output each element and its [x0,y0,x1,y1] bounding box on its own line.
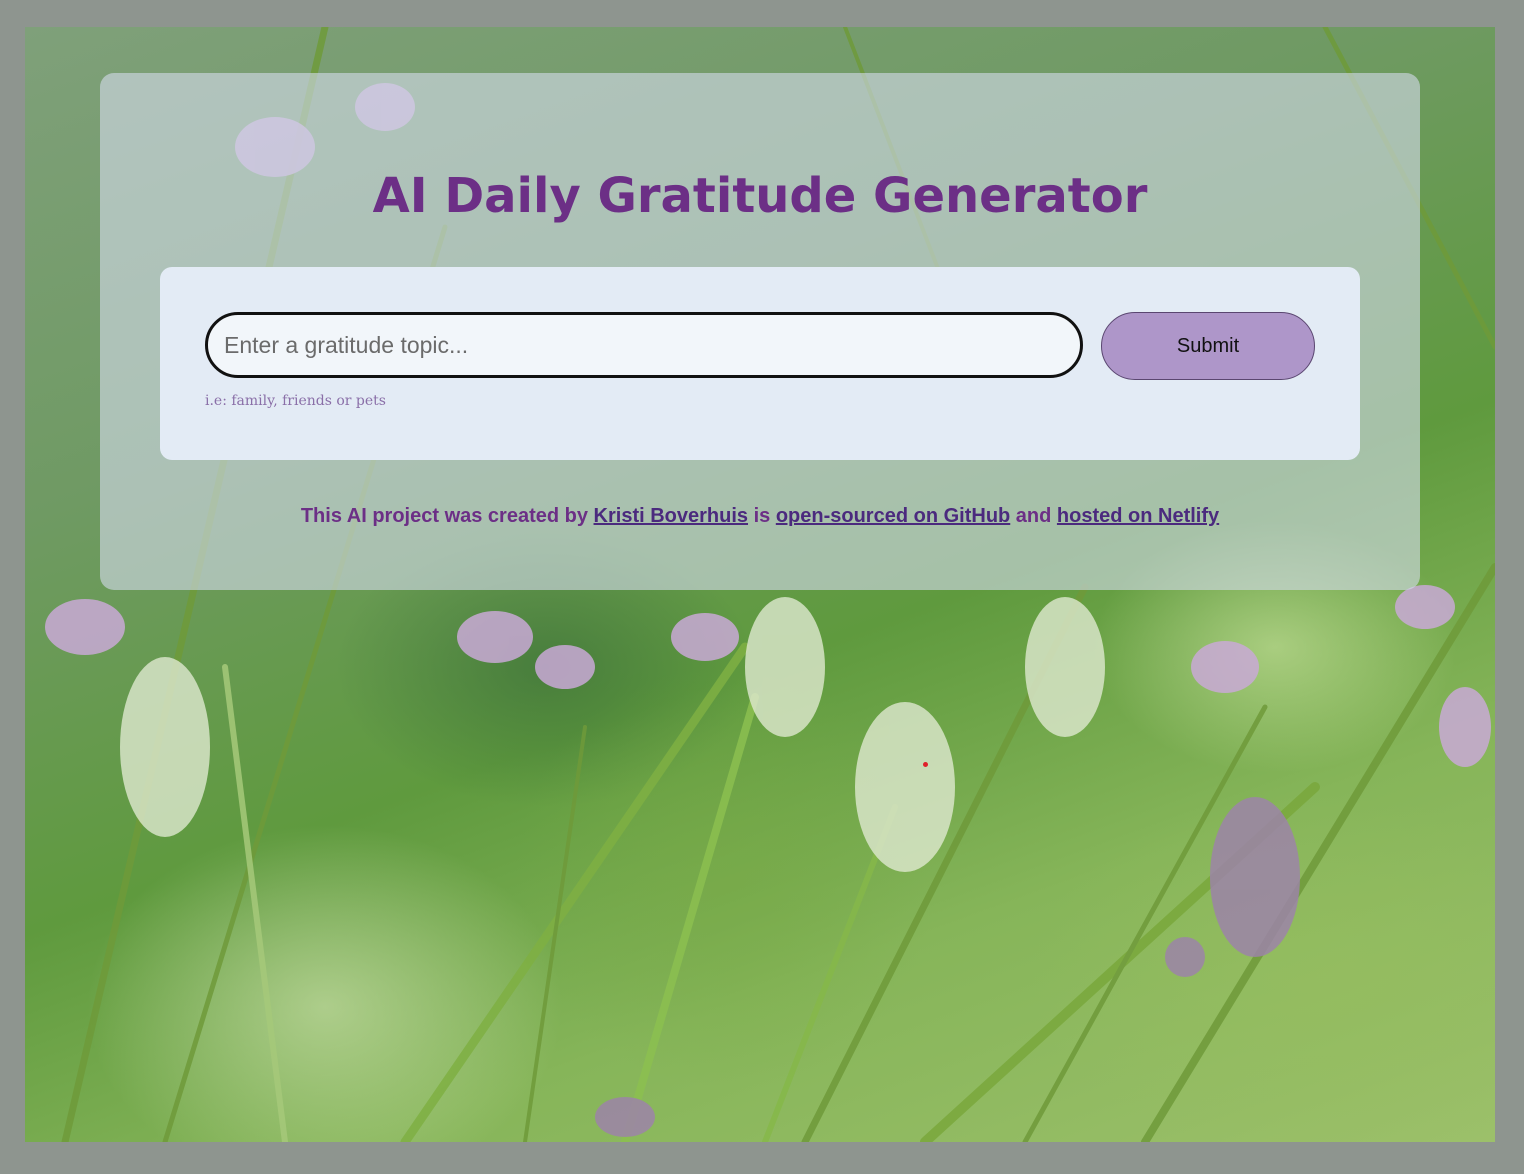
footer-text-3: and [1010,505,1057,527]
footer-text-2: is [748,505,776,527]
cursor-dot [923,762,928,767]
page-title: AI Daily Gratitude Generator [372,168,1148,224]
netlify-link[interactable]: hosted on Netlify [1057,505,1219,527]
author-link[interactable]: Kristi Boverhuis [594,505,748,527]
gratitude-topic-input[interactable] [205,312,1083,378]
footer-credits: This AI project was created by Kristi Bo… [0,505,1520,528]
footer-text-1: This AI project was created by [300,505,594,527]
github-link[interactable]: open-sourced on GitHub [776,505,1010,527]
input-hint: i.e: family, friends or pets [205,393,386,409]
submit-button[interactable]: Submit [1101,312,1315,380]
